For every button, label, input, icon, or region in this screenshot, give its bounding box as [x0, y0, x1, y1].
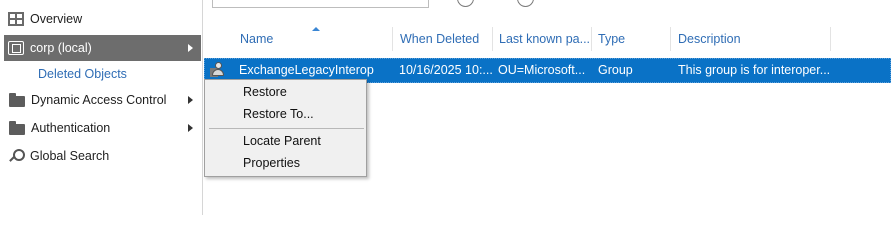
cell-when-deleted: 10/16/2025 10:... [399, 63, 492, 77]
nav-item-label: corp (local) [30, 41, 92, 55]
sort-ascending-icon [312, 27, 320, 31]
chevron-right-icon[interactable] [188, 124, 193, 132]
nav-item-label: Overview [30, 12, 83, 26]
search-icon [8, 149, 25, 163]
menu-item-properties[interactable]: Properties [207, 153, 364, 174]
cell-type: Group [598, 63, 633, 77]
nav-item-corp-local[interactable]: corp (local) [4, 35, 201, 61]
cell-last-known-parent: OU=Microsoft... [498, 63, 586, 77]
deleted-group-icon [210, 62, 226, 78]
menu-item-restore-to[interactable]: Restore To... [207, 104, 364, 125]
nav-item-global-search[interactable]: Global Search [4, 143, 201, 169]
navigation-pane: Overview corp (local) Deleted Objects Dy… [0, 0, 203, 215]
folder-icon [9, 93, 25, 107]
folder-icon [9, 121, 25, 135]
cell-description: This group is for interoper... [678, 63, 831, 77]
nav-item-label: Dynamic Access Control [31, 93, 167, 107]
column-header-when-deleted[interactable]: When Deleted [392, 27, 493, 51]
domain-icon [8, 41, 24, 55]
option-radio-button[interactable] [457, 0, 474, 7]
nav-item-deleted-objects[interactable]: Deleted Objects [4, 61, 201, 87]
menu-item-locate-parent[interactable]: Locate Parent [207, 131, 364, 152]
nav-item-label: Authentication [31, 121, 111, 135]
chevron-right-icon[interactable] [188, 96, 193, 104]
search-input[interactable] [212, 0, 429, 8]
chevron-right-icon[interactable] [188, 44, 193, 52]
menu-separator [209, 128, 364, 129]
column-header-type[interactable]: Type [590, 27, 671, 51]
nav-item-label: Deleted Objects [38, 67, 127, 81]
nav-item-dynamic-access-control[interactable]: Dynamic Access Control [4, 87, 201, 113]
column-header-description[interactable]: Description [670, 27, 831, 51]
nav-item-label: Global Search [30, 149, 110, 163]
overview-icon [8, 12, 24, 26]
nav-item-overview[interactable]: Overview [4, 6, 201, 32]
context-menu: Restore Restore To... Locate Parent Prop… [204, 79, 367, 177]
column-header-last-known-parent[interactable]: Last known pa... [491, 27, 592, 51]
option-radio-button[interactable] [517, 0, 534, 7]
nav-item-authentication[interactable]: Authentication [4, 115, 201, 141]
menu-item-restore[interactable]: Restore [207, 82, 364, 103]
column-header: Name When Deleted Last known pa... Type … [204, 27, 891, 51]
